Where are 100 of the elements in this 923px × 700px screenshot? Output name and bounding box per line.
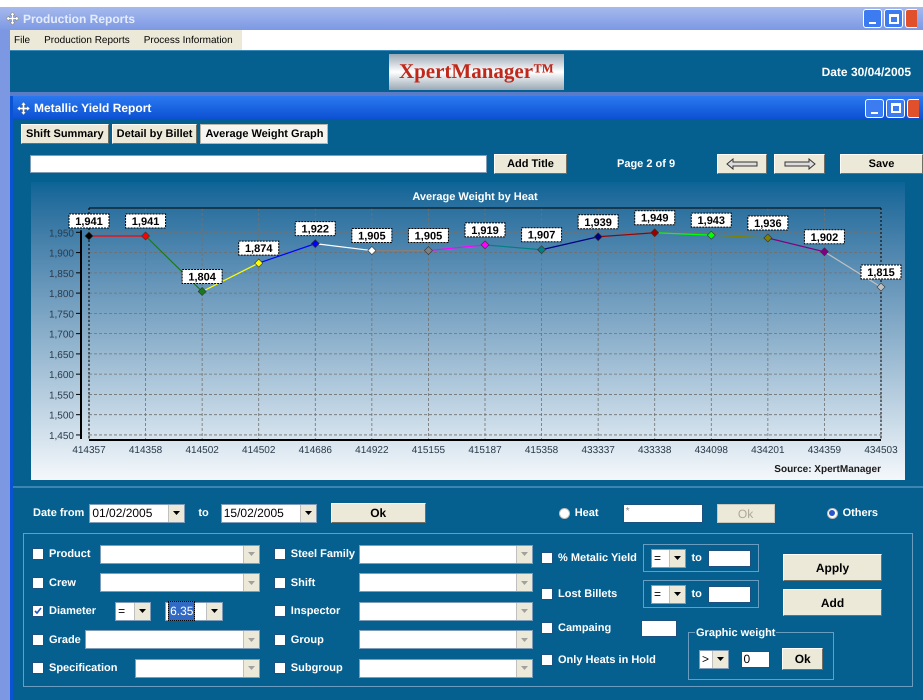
apply-button[interactable]: Apply <box>783 554 882 581</box>
weight-value-field[interactable]: 0 <box>740 650 770 668</box>
tab[interactable]: Average Weight Graph <box>200 124 328 144</box>
checkbox[interactable] <box>274 662 286 674</box>
x-tick-label: 433338 <box>638 445 672 456</box>
checkbox[interactable] <box>274 548 286 560</box>
dropdown-field[interactable] <box>84 630 260 650</box>
checkbox[interactable] <box>32 634 44 646</box>
range-value-field[interactable] <box>708 586 751 602</box>
filter-label: Crew <box>49 576 76 590</box>
date-label: Date 30/04/2005 <box>822 64 911 80</box>
x-tick-label: 414686 <box>298 445 332 456</box>
range-value-field[interactable] <box>708 550 751 566</box>
dropdown-field[interactable]: 6.35 <box>165 602 224 621</box>
data-label: 1,905 <box>408 228 449 244</box>
tab[interactable]: Shift Summary <box>21 124 109 144</box>
y-tick-label: 1,700 <box>48 330 74 341</box>
dropdown-field[interactable] <box>359 544 533 564</box>
filter-label: Inspector <box>290 604 340 619</box>
filter-label: Shift <box>290 576 316 590</box>
checkbox[interactable] <box>32 662 44 674</box>
checkbox[interactable] <box>541 588 553 600</box>
move-icon <box>17 102 30 114</box>
y-tick-label: 1,600 <box>48 370 74 382</box>
filter-label: Specification <box>49 661 118 676</box>
y-tick-label: 1,750 <box>48 309 74 320</box>
filter-label: Campaing <box>558 620 612 636</box>
checkbox[interactable] <box>32 576 44 589</box>
checkbox[interactable] <box>274 576 286 589</box>
weight-ok-button[interactable]: Ok <box>782 648 823 670</box>
dropdown-field[interactable]: = <box>651 548 686 568</box>
filter-label: Diameter <box>49 604 96 619</box>
date-to-field[interactable]: 15/02/2005 <box>220 504 317 522</box>
move-icon <box>6 12 19 25</box>
add-button[interactable]: Add <box>783 589 882 616</box>
campaign-field[interactable] <box>641 620 678 636</box>
tab[interactable]: Detail by Billet <box>112 124 198 144</box>
x-tick-label: 433337 <box>581 445 615 456</box>
dropdown-field[interactable] <box>100 573 260 592</box>
heat-field[interactable]: * <box>622 504 703 522</box>
save-button[interactable]: Save <box>840 154 923 174</box>
date-from-field[interactable]: 01/02/2005 <box>89 504 186 522</box>
x-tick-label: 414502 <box>185 445 219 456</box>
menu-item[interactable]: File <box>14 32 30 48</box>
x-tick-label: 415155 <box>412 445 446 456</box>
checkbox[interactable] <box>32 548 44 560</box>
data-label: 1,874 <box>238 240 280 256</box>
dropdown-value: = <box>118 603 126 620</box>
data-label: 1,939 <box>578 214 619 230</box>
checkbox[interactable] <box>274 634 286 646</box>
previous-page-button[interactable] <box>717 154 767 174</box>
dropdown-field[interactable] <box>134 658 260 678</box>
checkbox[interactable] <box>541 622 553 634</box>
dropdown-field[interactable] <box>359 573 533 592</box>
dropdown-field[interactable]: = <box>115 602 152 621</box>
date-ok-button[interactable]: Ok <box>330 503 426 523</box>
menu-item[interactable]: Production Reports <box>44 32 130 48</box>
dropdown-field[interactable] <box>359 630 533 650</box>
menu-item[interactable]: Process Information <box>144 32 233 48</box>
filter-label: Steel Family <box>290 547 355 562</box>
filter-label: Group <box>290 632 324 648</box>
data-label: 1,804 <box>182 268 223 284</box>
minimize-icon[interactable] <box>863 9 882 28</box>
data-label: 1,905 <box>351 228 392 244</box>
data-label: 1,815 <box>860 264 902 280</box>
y-tick-label: 1,650 <box>48 350 74 361</box>
x-tick-label: 414502 <box>242 445 276 456</box>
checkbox[interactable] <box>32 605 44 618</box>
title-input[interactable] <box>30 155 487 173</box>
checkbox[interactable] <box>541 552 553 564</box>
y-tick-label: 1,950 <box>48 228 74 240</box>
x-tick-label: 415187 <box>468 445 502 456</box>
radio-button[interactable] <box>558 508 570 518</box>
maximize-icon[interactable] <box>886 98 905 118</box>
checkbox[interactable] <box>541 654 553 666</box>
dropdown-field[interactable] <box>100 544 260 564</box>
x-tick-label: 414357 <box>72 445 106 456</box>
close-icon[interactable] <box>905 9 917 28</box>
dropdown-value: = <box>654 586 662 603</box>
next-page-button[interactable] <box>774 154 825 174</box>
y-tick-label: 1,450 <box>48 430 74 442</box>
radio-button[interactable] <box>826 508 838 518</box>
y-tick-label: 1,900 <box>48 248 74 260</box>
dropdown-field[interactable] <box>359 658 533 678</box>
radio-label: Others <box>842 506 878 521</box>
close-icon[interactable] <box>907 98 919 118</box>
minimize-icon[interactable] <box>865 98 884 118</box>
dropdown-field[interactable]: > <box>699 650 729 668</box>
x-tick-label: 414358 <box>128 445 162 456</box>
maximize-icon[interactable] <box>884 9 903 28</box>
dropdown-field[interactable]: = <box>651 584 686 604</box>
dropdown-field[interactable] <box>359 602 533 621</box>
y-tick-label: 1,500 <box>48 410 74 422</box>
graphic-weight-legend: Graphic weight <box>695 625 776 642</box>
filter-label: Grade <box>49 632 81 648</box>
data-label: 1,919 <box>464 222 506 238</box>
checkbox[interactable] <box>274 605 286 618</box>
logo: XpertManager™ <box>389 54 564 90</box>
filter-label: Only Heats in Hold <box>558 652 656 668</box>
add-title-button[interactable]: Add Title <box>494 154 567 174</box>
